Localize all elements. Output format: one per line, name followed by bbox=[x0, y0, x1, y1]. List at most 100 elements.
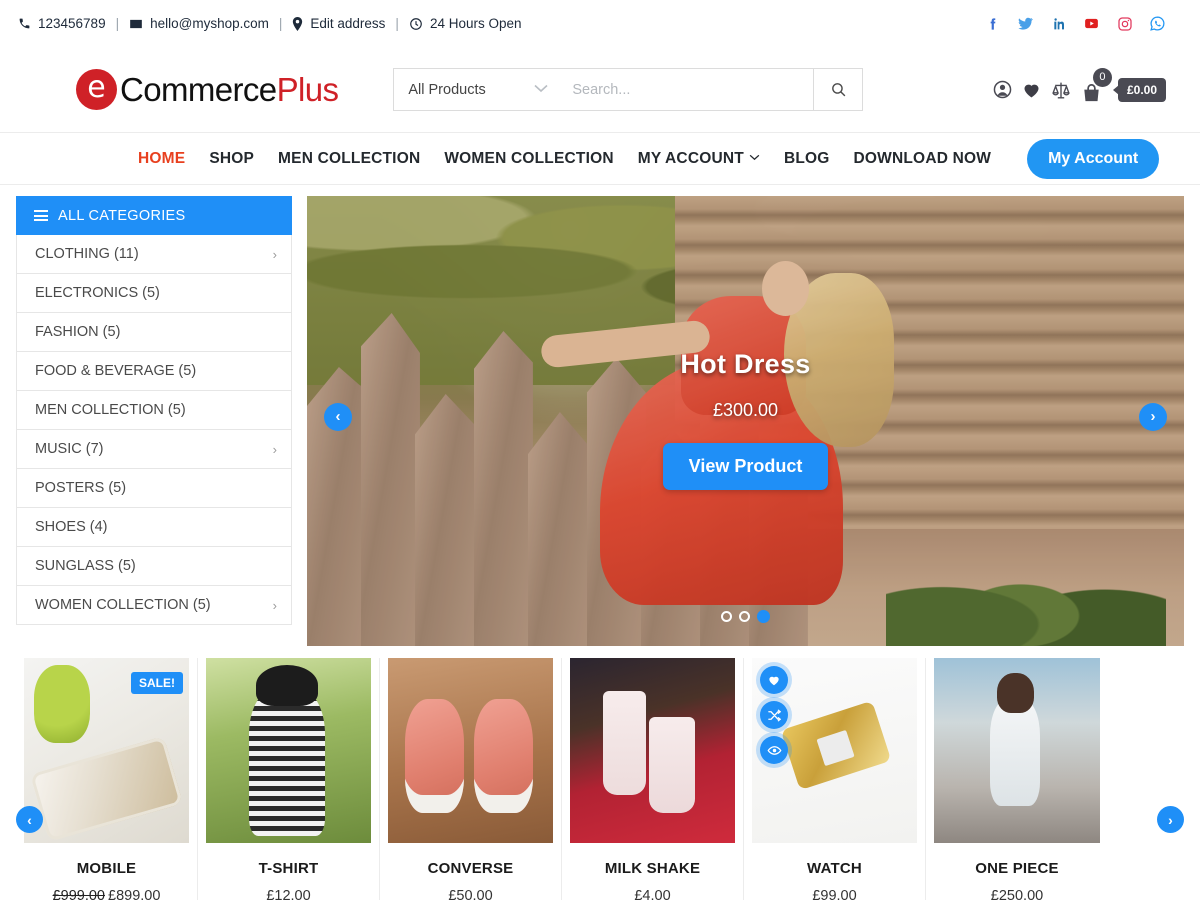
sidebar-item-electronics[interactable]: ELECTRONICS (5) bbox=[16, 274, 292, 313]
cart-total-label[interactable]: £0.00 bbox=[1117, 77, 1166, 102]
product-thumbnail[interactable] bbox=[570, 658, 735, 843]
product-card-converse[interactable]: CONVERSE £50.00 Add to cart bbox=[380, 658, 562, 900]
nav-label-my-account: MY ACCOUNT bbox=[637, 149, 744, 167]
hours-label: 24 Hours Open bbox=[429, 16, 522, 31]
sidebar-item-clothing[interactable]: CLOTHING (11) › bbox=[16, 235, 292, 274]
product-price: £50.00 bbox=[388, 888, 553, 900]
product-thumbnail[interactable] bbox=[388, 658, 553, 843]
separator-2: | bbox=[278, 16, 283, 31]
search-input[interactable] bbox=[564, 69, 814, 110]
sidebar-item-music[interactable]: MUSIC (7) › bbox=[16, 430, 292, 469]
nav-label-download-now: DOWNLOAD NOW bbox=[853, 149, 992, 167]
nav-item-my-account[interactable]: MY ACCOUNT bbox=[638, 150, 760, 168]
product-image bbox=[206, 658, 371, 843]
cart-bag-icon[interactable]: 0 bbox=[1077, 67, 1112, 105]
sidebar-item-fashion[interactable]: FASHION (5) bbox=[16, 313, 292, 352]
hero-dot-1[interactable] bbox=[721, 611, 732, 622]
product-image bbox=[388, 658, 553, 843]
site-header: e CommercePlus All Products 0 bbox=[0, 47, 1200, 132]
phone-icon bbox=[18, 17, 31, 30]
address-info[interactable]: Edit address bbox=[292, 16, 385, 31]
hero-price: £300.00 bbox=[712, 400, 779, 420]
linkedin-icon[interactable] bbox=[1050, 15, 1067, 32]
hero-dot-2[interactable] bbox=[739, 611, 750, 622]
search-submit-button[interactable] bbox=[813, 69, 863, 110]
category-label: WOMEN COLLECTION (5) bbox=[35, 597, 211, 613]
my-account-button[interactable]: My Account bbox=[1027, 138, 1160, 179]
nav-item-home[interactable]: HOME bbox=[138, 150, 185, 168]
product-thumbnail[interactable] bbox=[206, 658, 371, 843]
all-categories-label: ALL CATEGORIES bbox=[58, 207, 186, 224]
product-image bbox=[934, 658, 1100, 843]
category-label: FOOD & BEVERAGE (5) bbox=[35, 363, 197, 379]
site-logo[interactable]: e CommercePlus bbox=[76, 69, 339, 110]
hero-pagination-dots bbox=[307, 610, 1184, 623]
hero-next-button[interactable]: › bbox=[1139, 402, 1167, 431]
product-card-milk-shake[interactable]: MILK SHAKE £4.00 Add to cart bbox=[562, 658, 744, 900]
compare-shuffle-icon[interactable] bbox=[760, 701, 788, 729]
logo-mark-icon: e bbox=[76, 69, 117, 110]
hours-info: 24 Hours Open bbox=[409, 16, 522, 31]
chevron-down-icon bbox=[534, 84, 548, 96]
wishlist-heart-icon[interactable] bbox=[760, 666, 788, 694]
sidebar-item-food-beverage[interactable]: FOOD & BEVERAGE (5) bbox=[16, 352, 292, 391]
products-next-button[interactable]: › bbox=[1157, 806, 1184, 833]
instagram-icon[interactable] bbox=[1116, 15, 1133, 32]
nav-item-women-collection[interactable]: WOMEN COLLECTION bbox=[444, 150, 613, 168]
search-icon bbox=[830, 81, 847, 98]
product-carousel: ‹ › SALE! MOBILE £999.00£899.00 Add to c… bbox=[0, 646, 1200, 900]
address-label: Edit address bbox=[310, 16, 386, 31]
youtube-icon[interactable] bbox=[1083, 15, 1100, 32]
product-name: CONVERSE bbox=[427, 860, 514, 877]
hero-dot-3-active[interactable] bbox=[757, 610, 770, 623]
products-prev-button[interactable]: ‹ bbox=[16, 806, 43, 833]
account-icon[interactable] bbox=[990, 75, 1016, 105]
search-bar: All Products bbox=[393, 68, 864, 111]
twitter-icon[interactable] bbox=[1017, 15, 1034, 32]
clock-icon bbox=[409, 17, 423, 31]
nav-item-men-collection[interactable]: MEN COLLECTION bbox=[278, 150, 420, 168]
hero-prev-button[interactable]: ‹ bbox=[324, 402, 352, 431]
header-actions: 0 £0.00 bbox=[990, 67, 1182, 105]
sidebar-item-shoes[interactable]: SHOES (4) bbox=[16, 508, 292, 547]
product-hover-actions bbox=[760, 666, 788, 764]
hero-caption: Hot Dress £300.00 View Product bbox=[307, 349, 1184, 490]
sidebar-item-sunglass[interactable]: SUNGLASS (5) bbox=[16, 547, 292, 586]
product-thumbnail[interactable]: SALE! bbox=[24, 658, 189, 843]
product-image bbox=[570, 658, 735, 843]
product-name: MILK SHAKE bbox=[604, 860, 701, 877]
category-label: POSTERS (5) bbox=[35, 480, 127, 496]
category-label: ELECTRONICS (5) bbox=[35, 285, 160, 301]
product-thumbnail[interactable] bbox=[752, 658, 917, 843]
product-card-mobile[interactable]: SALE! MOBILE £999.00£899.00 Add to cart bbox=[16, 658, 198, 900]
product-card-tshirt[interactable]: T-SHIRT £12.00 Add to cart bbox=[198, 658, 380, 900]
quickview-eye-icon[interactable] bbox=[760, 736, 788, 764]
category-label: CLOTHING (11) bbox=[35, 246, 139, 262]
email-info[interactable]: hello@myshop.com bbox=[129, 16, 269, 31]
facebook-icon[interactable] bbox=[984, 15, 1001, 32]
product-current-price: £899.00 bbox=[108, 888, 161, 900]
search-category-select[interactable]: All Products bbox=[394, 69, 564, 110]
nav-label-home: HOME bbox=[138, 149, 186, 167]
product-card-watch[interactable]: WATCH £99.00 Add to cart bbox=[744, 658, 926, 900]
hamburger-icon bbox=[34, 210, 48, 221]
email-address: hello@myshop.com bbox=[150, 16, 269, 31]
top-bar: 123456789 | hello@myshop.com | Edit addr… bbox=[0, 0, 1200, 47]
nav-item-shop[interactable]: SHOP bbox=[209, 150, 254, 168]
all-categories-header[interactable]: ALL CATEGORIES bbox=[16, 196, 292, 235]
product-thumbnail[interactable] bbox=[934, 658, 1100, 843]
nav-item-download-now[interactable]: DOWNLOAD NOW bbox=[854, 150, 992, 168]
category-label: SUNGLASS (5) bbox=[35, 558, 136, 574]
whatsapp-icon[interactable] bbox=[1149, 15, 1166, 32]
logo-text-commerce: Commerce bbox=[120, 70, 277, 108]
cart-count-badge: 0 bbox=[1092, 67, 1112, 87]
product-card-one-piece[interactable]: ONE PIECE £250.00 Add to cart bbox=[926, 658, 1108, 900]
wishlist-heart-icon[interactable] bbox=[1019, 75, 1045, 105]
phone-info[interactable]: 123456789 bbox=[18, 16, 106, 31]
nav-item-blog[interactable]: BLOG bbox=[784, 150, 830, 168]
sidebar-item-women-collection[interactable]: WOMEN COLLECTION (5) › bbox=[16, 586, 292, 625]
sidebar-item-men-collection[interactable]: MEN COLLECTION (5) bbox=[16, 391, 292, 430]
sidebar-item-posters[interactable]: POSTERS (5) bbox=[16, 469, 292, 508]
view-product-button[interactable]: View Product bbox=[662, 443, 829, 490]
compare-icon[interactable] bbox=[1048, 75, 1074, 105]
